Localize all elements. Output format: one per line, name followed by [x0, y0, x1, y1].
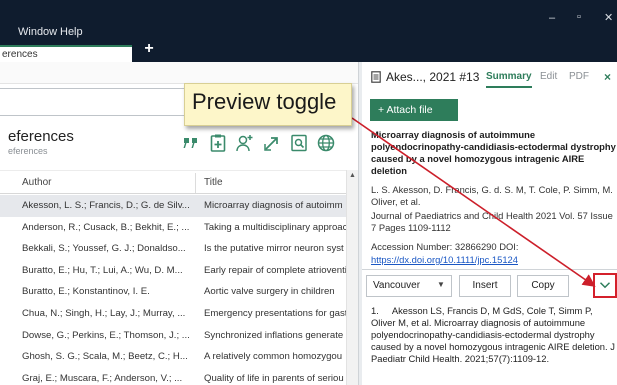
quote-icon[interactable] [180, 132, 202, 154]
table-row[interactable]: Buratto, E.; Konstantinov, I. E. Aortic … [0, 281, 346, 303]
row-author: Akesson, L. S.; Francis, D.; G. de Silv.… [22, 200, 190, 211]
row-title: Quality of life in parents of seriou [204, 372, 344, 384]
table-row[interactable]: Dowse, G.; Perkins, E.; Thomson, J.; ...… [0, 325, 346, 347]
column-divider[interactable] [195, 173, 196, 193]
row-title: Taking a multidisciplinary approac [204, 221, 346, 233]
row-title: Early repair of complete atrioventi [204, 264, 346, 276]
copy-button[interactable]: Copy [517, 275, 569, 297]
reference-journal: Journal of Paediatrics and Child Health … [371, 210, 613, 233]
table-row[interactable]: Chua, N.; Singh, H.; Lay, J.; Murray, ..… [0, 303, 346, 325]
reference-toolbar [180, 132, 337, 154]
row-author: Ghosh, S. G.; Scala, M.; Beetz, C.; H... [22, 351, 188, 363]
reference-authors: L. S. Akesson, D. Francis, G. d. S. M, T… [371, 184, 613, 207]
table-row[interactable]: Akesson, L. S.; Francis, D.; G. de Silv.… [0, 195, 346, 217]
export-icon[interactable] [261, 132, 283, 154]
row-title: Emergency presentations for gast [204, 307, 346, 319]
row-title: Aortic valve surgery in children [204, 286, 335, 298]
row-author: Dowse, G.; Perkins, E.; Thomson, J.; ... [22, 329, 190, 341]
citation-preview: 1. Akesson LS, Francis D, M GdS, Cole T,… [371, 305, 615, 364]
tab-summary[interactable]: Summary [486, 71, 532, 82]
table-row[interactable]: Buratto, E.; Hu, T.; Lui, A.; Wu, D. M..… [0, 260, 346, 282]
reference-title: Microarray diagnosis of autoimmune polye… [371, 129, 616, 176]
column-header-author[interactable]: Author [22, 177, 51, 188]
row-title: Is the putative mirror neuron syst [204, 243, 344, 255]
row-author: Buratto, E.; Konstantinov, I. E. [22, 286, 150, 298]
online-search-icon[interactable] [315, 132, 337, 154]
tab-references[interactable]: erences [0, 45, 132, 62]
menu-help[interactable]: Help [60, 26, 83, 38]
find-fulltext-icon[interactable] [288, 132, 310, 154]
insert-button[interactable]: Insert [459, 275, 511, 297]
row-author: Chua, N.; Singh, H.; Lay, J.; Murray, ..… [22, 307, 186, 319]
group-subtitle: eferences [8, 146, 48, 156]
attach-file-button[interactable]: + Attach file [370, 99, 458, 121]
vertical-scrollbar[interactable]: ▲ [346, 170, 358, 385]
minimize-button[interactable]: – [549, 12, 555, 24]
row-author: Buratto, E.; Hu, T.; Lui, A.; Wu, D. M..… [22, 264, 183, 276]
table-row[interactable]: Ghosh, S. G.; Scala, M.; Beetz, C.; H...… [0, 346, 346, 368]
table-row[interactable]: Bekkali, S.; Youssef, G. J.; Donaldso...… [0, 238, 346, 260]
tab-pdf[interactable]: PDF [569, 71, 589, 82]
table-row[interactable]: Anderson, R.; Cusack, B.; Bekhit, E.; ..… [0, 217, 346, 239]
row-author: Anderson, R.; Cusack, B.; Bekhit, E.; ..… [22, 221, 190, 233]
column-header-title[interactable]: Title [204, 177, 223, 188]
tab-edit[interactable]: Edit [540, 71, 557, 82]
add-reference-icon[interactable] [207, 132, 229, 154]
row-author: Graj, E.; Muscara, F.; Anderson, V.; ... [22, 372, 183, 384]
row-title: Microarray diagnosis of autoimm [204, 200, 343, 211]
reference-accession: Accession Number: 32866290 DOI: [371, 241, 519, 252]
close-pane-icon[interactable]: × [604, 70, 611, 84]
chevron-down-icon: ▼ [437, 280, 445, 289]
row-title: A relatively common homozygou [204, 351, 343, 363]
document-icon [371, 71, 381, 83]
preview-toggle-button[interactable] [593, 273, 617, 298]
reference-heading: Akes..., 2021 #13 [386, 70, 480, 84]
scroll-up-arrow[interactable]: ▲ [347, 172, 358, 179]
chevron-down-icon [599, 282, 611, 289]
restore-button[interactable]: ▫ [577, 11, 581, 23]
row-author: Bekkali, S.; Youssef, G. J.; Donaldso... [22, 243, 186, 255]
menu-window[interactable]: Window [18, 26, 57, 38]
table-row[interactable]: Graj, E.; Muscara, F.; Anderson, V.; ...… [0, 368, 346, 385]
reference-list: Akesson, L. S.; Francis, D.; G. de Silv.… [0, 195, 346, 385]
active-tab-indicator [486, 86, 532, 88]
new-tab-button[interactable]: + [140, 40, 158, 60]
row-title: Synchronized inflations generate [204, 329, 344, 341]
share-user-icon[interactable] [234, 132, 256, 154]
doi-link[interactable]: https://dx.doi.org/10.1111/jpc.15124 [371, 254, 518, 265]
section-divider [362, 269, 617, 270]
close-window-button[interactable]: ✕ [604, 11, 613, 24]
group-title: eferences [8, 128, 74, 145]
callout-label: Preview toggle [192, 89, 337, 114]
library-header-bar [0, 62, 358, 84]
table-header: Author Title [0, 170, 346, 194]
